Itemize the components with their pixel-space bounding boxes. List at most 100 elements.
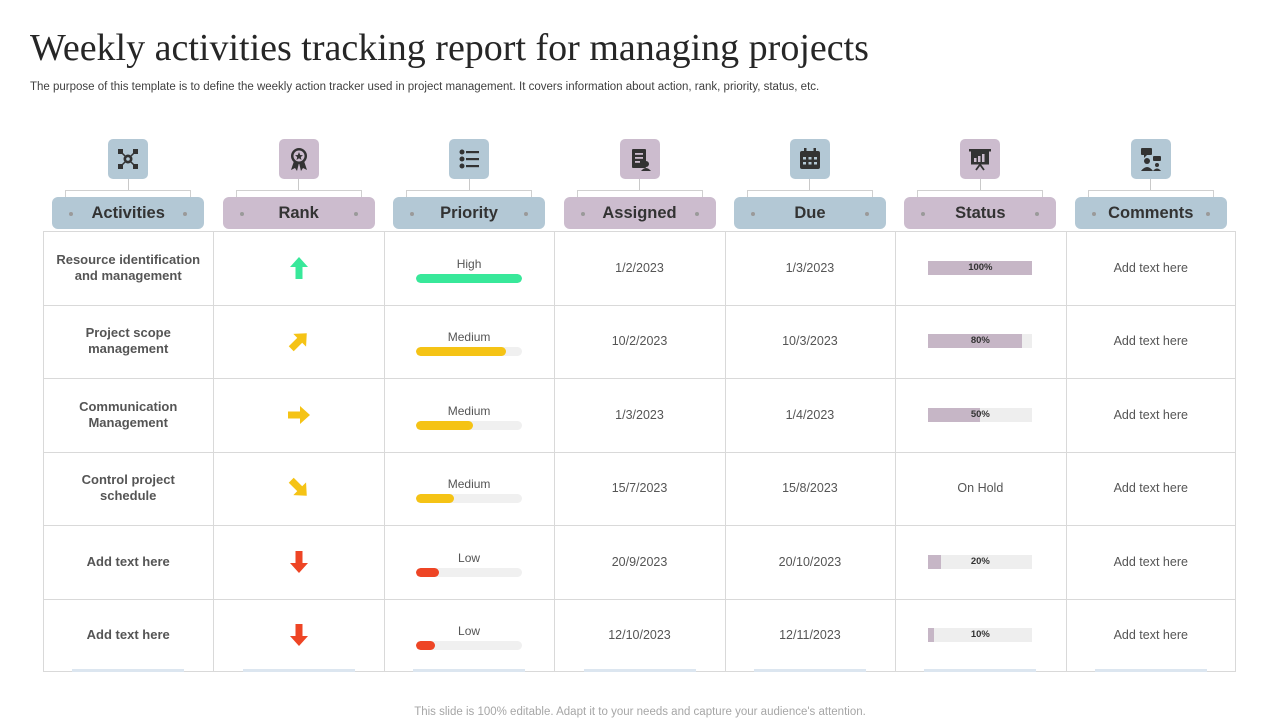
header-connector bbox=[979, 179, 981, 190]
comment-cell[interactable]: Add text here bbox=[1074, 452, 1228, 526]
column-header-status[interactable]: Status bbox=[904, 197, 1057, 229]
assigned-date-text: 10/2/2023 bbox=[611, 334, 668, 349]
column-header-label: Status bbox=[955, 203, 1006, 222]
status-text-text: On Hold bbox=[957, 481, 1004, 496]
priority-bar bbox=[416, 567, 523, 577]
comment-cell-text: Add text here bbox=[1113, 554, 1188, 569]
priority-label: Low bbox=[458, 550, 481, 565]
column-header-label: Comments bbox=[1108, 203, 1194, 222]
priority-bar-fill bbox=[416, 420, 474, 430]
priority-label: Medium bbox=[447, 477, 491, 492]
due-date-text: 15/8/2023 bbox=[782, 481, 838, 496]
priority-bar bbox=[416, 347, 523, 357]
column-header-due[interactable]: Due bbox=[733, 197, 886, 229]
rank-arrow-down-right-icon bbox=[286, 475, 312, 501]
activity-cell-text: Add text here bbox=[86, 627, 170, 643]
due-date-text: 12/11/2023 bbox=[779, 628, 841, 643]
comment-cell[interactable]: Add text here bbox=[1074, 305, 1228, 379]
priority-label: Medium bbox=[447, 330, 491, 345]
column-header-priority[interactable]: Priority bbox=[393, 197, 546, 229]
comment-cell[interactable]: Add text here bbox=[1074, 378, 1228, 452]
priority-label: Medium bbox=[447, 403, 491, 418]
header-dot bbox=[580, 212, 585, 216]
header-connector bbox=[468, 179, 470, 190]
column-bottom-stub bbox=[924, 669, 1037, 672]
priority-bar-fill bbox=[416, 273, 523, 283]
header-dot bbox=[1091, 212, 1096, 216]
activity-cell-text: Resource identification and management bbox=[56, 251, 201, 283]
priority-bar bbox=[416, 641, 523, 651]
activity-cell: Control project schedule bbox=[53, 452, 203, 526]
presentation-board-icon bbox=[960, 139, 1001, 179]
due-date: 1/3/2023 bbox=[733, 231, 887, 305]
priority-bar-fill bbox=[416, 567, 440, 577]
comment-cell[interactable]: Add text here bbox=[1074, 231, 1228, 305]
rank-arrow-down-icon bbox=[286, 549, 312, 575]
column-header-label: Activities bbox=[91, 203, 165, 222]
comment-cell-text: Add text here bbox=[1113, 334, 1188, 349]
comment-cell[interactable]: Add text here bbox=[1074, 599, 1228, 673]
rank-arrow-down-icon bbox=[286, 622, 312, 648]
rank-arrow-right-icon bbox=[286, 402, 312, 428]
priority-bar-fill bbox=[416, 494, 455, 504]
assigned-date: 1/2/2023 bbox=[562, 231, 716, 305]
activity-cell-text: Add text here bbox=[86, 553, 170, 569]
header-dot bbox=[183, 212, 188, 216]
status-progress-bar: 20% bbox=[928, 554, 1033, 569]
footer-note: This slide is 100% editable. Adapt it to… bbox=[414, 706, 866, 718]
activity-cell: Add text here bbox=[53, 525, 203, 599]
status-text: On Hold bbox=[903, 452, 1057, 526]
team-chat-icon bbox=[1130, 139, 1171, 179]
assigned-date-text: 20/9/2023 bbox=[611, 554, 668, 569]
status-progress-bar: 100% bbox=[928, 260, 1033, 275]
header-dot bbox=[1205, 212, 1210, 216]
header-dot bbox=[750, 212, 755, 216]
column-bottom-stub bbox=[1094, 669, 1207, 672]
header-connector bbox=[298, 179, 300, 190]
column-header-activities[interactable]: Activities bbox=[52, 197, 205, 229]
header-dot bbox=[410, 212, 415, 216]
status-percent: 10% bbox=[970, 629, 990, 641]
activity-cell: Project scope management bbox=[53, 305, 203, 379]
priority-bar bbox=[416, 273, 523, 283]
comment-cell-text: Add text here bbox=[1113, 628, 1188, 643]
column-header-label: Priority bbox=[440, 203, 498, 222]
activity-cell-text: Control project schedule bbox=[81, 472, 175, 504]
column-header-label: Due bbox=[794, 203, 826, 222]
due-date-text: 1/3/2023 bbox=[785, 260, 835, 275]
due-date: 12/11/2023 bbox=[733, 599, 887, 673]
header-dot bbox=[864, 212, 869, 216]
header-connector bbox=[809, 179, 811, 190]
header-dot bbox=[239, 212, 244, 216]
comment-cell-text: Add text here bbox=[1113, 481, 1188, 496]
priority-label: High bbox=[456, 256, 482, 271]
activity-cell: Resource identification and management bbox=[53, 231, 203, 305]
column-header-label: Rank bbox=[278, 203, 319, 222]
activity-cell-text: Communication Management bbox=[79, 398, 178, 430]
status-percent: 100% bbox=[968, 261, 993, 273]
assigned-date: 10/2/2023 bbox=[562, 305, 716, 379]
assigned-date: 15/7/2023 bbox=[562, 452, 716, 526]
priority-label: Low bbox=[458, 624, 481, 639]
status-progress-bar: 50% bbox=[928, 407, 1033, 422]
column-header-comments[interactable]: Comments bbox=[1074, 197, 1227, 229]
due-date-text: 1/4/2023 bbox=[785, 407, 835, 422]
header-connector bbox=[127, 179, 129, 190]
calendar-icon bbox=[789, 139, 830, 179]
comment-cell[interactable]: Add text here bbox=[1074, 525, 1228, 599]
due-date: 20/10/2023 bbox=[733, 525, 887, 599]
activity-cell: Add text here bbox=[53, 599, 203, 673]
assigned-date-text: 1/3/2023 bbox=[615, 407, 664, 422]
due-date-text: 10/3/2023 bbox=[782, 334, 838, 349]
header-connector bbox=[639, 179, 640, 190]
header-dot bbox=[921, 212, 926, 216]
priority-bar-fill bbox=[416, 641, 436, 651]
header-dot bbox=[353, 212, 358, 216]
column-header-assigned[interactable]: Assigned bbox=[563, 197, 716, 229]
assigned-date-text: 15/7/2023 bbox=[611, 481, 668, 496]
assigned-date: 20/9/2023 bbox=[562, 525, 716, 599]
column-header-rank[interactable]: Rank bbox=[222, 197, 375, 229]
column-bottom-stub bbox=[583, 669, 696, 672]
page-title: Weekly activities tracking report for ma… bbox=[30, 27, 869, 69]
due-date: 15/8/2023 bbox=[733, 452, 887, 526]
